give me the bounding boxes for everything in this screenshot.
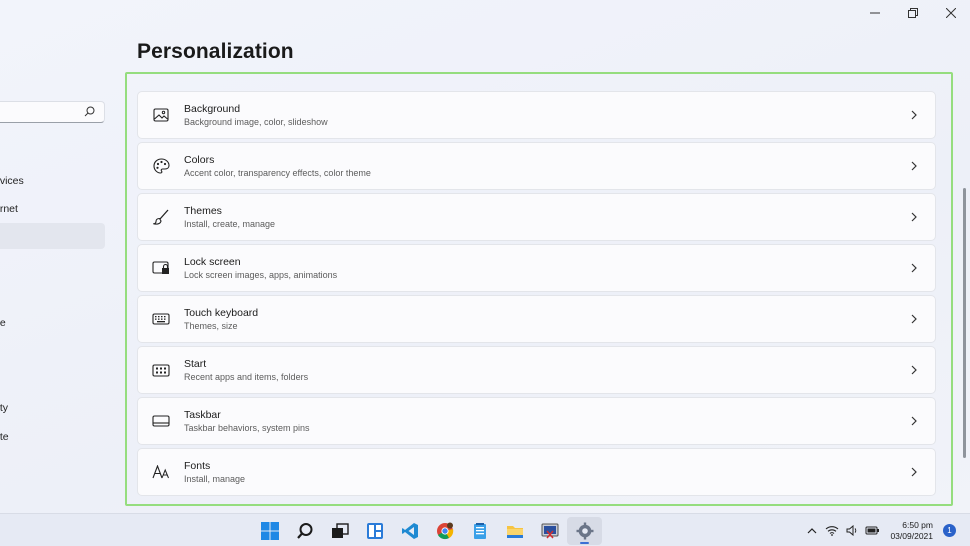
sidebar: evices ernet ge rity ate — [0, 0, 118, 513]
snipping-tool-icon[interactable] — [532, 517, 567, 545]
vscode-icon[interactable] — [392, 517, 427, 545]
card-touch-keyboard[interactable]: Touch keyboardThemes, size — [137, 295, 936, 343]
card-subtitle: Taskbar behaviors, system pins — [184, 422, 909, 434]
settings-icon[interactable] — [567, 517, 602, 545]
scrollbar[interactable] — [963, 188, 966, 458]
system-tray: 6:50 pm 03/09/2021 1 — [802, 514, 970, 546]
battery-icon[interactable] — [862, 521, 882, 541]
card-title: Taskbar — [184, 409, 909, 422]
card-subtitle: Themes, size — [184, 320, 909, 332]
card-colors[interactable]: ColorsAccent color, transparency effects… — [137, 142, 936, 190]
brush-icon — [151, 207, 171, 227]
keyboard-icon — [151, 309, 171, 329]
lock-screen-icon — [151, 258, 171, 278]
chevron-right-icon — [909, 212, 919, 222]
card-title: Themes — [184, 205, 909, 218]
close-icon — [946, 8, 956, 18]
taskbar-apps — [252, 517, 602, 545]
sidebar-item-devices[interactable]: evices — [0, 168, 105, 194]
wifi-icon[interactable] — [822, 521, 842, 541]
chrome-icon[interactable] — [427, 517, 462, 545]
chevron-right-icon — [909, 416, 919, 426]
chevron-right-icon — [909, 263, 919, 273]
sidebar-item-security[interactable]: rity — [0, 395, 105, 421]
card-taskbar[interactable]: TaskbarTaskbar behaviors, system pins — [137, 397, 936, 445]
chevron-up-icon[interactable] — [802, 521, 822, 541]
restore-icon — [908, 8, 918, 18]
chevron-right-icon — [909, 161, 919, 171]
card-subtitle: Recent apps and items, folders — [184, 371, 909, 383]
card-title: Fonts — [184, 460, 909, 473]
card-subtitle: Background image, color, slideshow — [184, 116, 909, 128]
chevron-right-icon — [909, 314, 919, 324]
card-title: Touch keyboard — [184, 307, 909, 320]
notification-badge[interactable]: 1 — [943, 524, 956, 537]
restore-button[interactable] — [894, 0, 932, 26]
taskbar-icon — [151, 411, 171, 431]
clock-date: 03/09/2021 — [890, 531, 933, 542]
windows-start-icon[interactable] — [252, 517, 287, 545]
minimize-icon — [870, 8, 880, 18]
card-title: Background — [184, 103, 909, 116]
clock[interactable]: 6:50 pm 03/09/2021 — [890, 520, 933, 542]
card-fonts[interactable]: FontsInstall, manage — [137, 448, 936, 496]
chevron-right-icon — [909, 467, 919, 477]
search-icon[interactable] — [287, 517, 322, 545]
notepad-icon[interactable] — [462, 517, 497, 545]
sidebar-item-label: ernet — [0, 203, 18, 215]
card-background[interactable]: BackgroundBackground image, color, slide… — [137, 91, 936, 139]
fonts-icon — [151, 462, 171, 482]
card-title: Start — [184, 358, 909, 371]
sidebar-item-language[interactable]: ge — [0, 310, 105, 336]
card-themes[interactable]: ThemesInstall, create, manage — [137, 193, 936, 241]
close-button[interactable] — [932, 0, 970, 26]
start-icon — [151, 360, 171, 380]
card-subtitle: Lock screen images, apps, animations — [184, 269, 909, 281]
page-title: Personalization — [137, 40, 294, 64]
taskbar: 6:50 pm 03/09/2021 1 — [0, 513, 970, 546]
sidebar-item-label: ge — [0, 317, 6, 329]
sidebar-item-network[interactable]: ernet — [0, 196, 105, 222]
card-subtitle: Install, create, manage — [184, 218, 909, 230]
sidebar-item-label: evices — [0, 175, 24, 187]
card-title: Colors — [184, 154, 909, 167]
sidebar-item-update[interactable]: ate — [0, 424, 105, 450]
card-subtitle: Accent color, transparency effects, colo… — [184, 167, 909, 179]
card-lock-screen[interactable]: Lock screenLock screen images, apps, ani… — [137, 244, 936, 292]
card-start[interactable]: StartRecent apps and items, folders — [137, 346, 936, 394]
palette-icon — [151, 156, 171, 176]
search-field[interactable] — [0, 101, 105, 123]
card-subtitle: Install, manage — [184, 473, 909, 485]
volume-icon[interactable] — [842, 521, 862, 541]
widgets-icon[interactable] — [357, 517, 392, 545]
file-explorer-icon[interactable] — [497, 517, 532, 545]
card-title: Lock screen — [184, 256, 909, 269]
settings-window: evices ernet ge rity ate Personalization… — [0, 0, 970, 513]
image-icon — [151, 105, 171, 125]
clock-time: 6:50 pm — [890, 520, 933, 531]
search-icon — [84, 106, 95, 117]
chevron-right-icon — [909, 365, 919, 375]
task-view-icon[interactable] — [322, 517, 357, 545]
sidebar-item-label: rity — [0, 402, 8, 414]
caption-buttons — [856, 0, 970, 26]
search-input[interactable] — [0, 102, 77, 122]
chevron-right-icon — [909, 110, 919, 120]
sidebar-item-personalization[interactable] — [0, 223, 105, 249]
sidebar-item-label: ate — [0, 431, 9, 443]
minimize-button[interactable] — [856, 0, 894, 26]
